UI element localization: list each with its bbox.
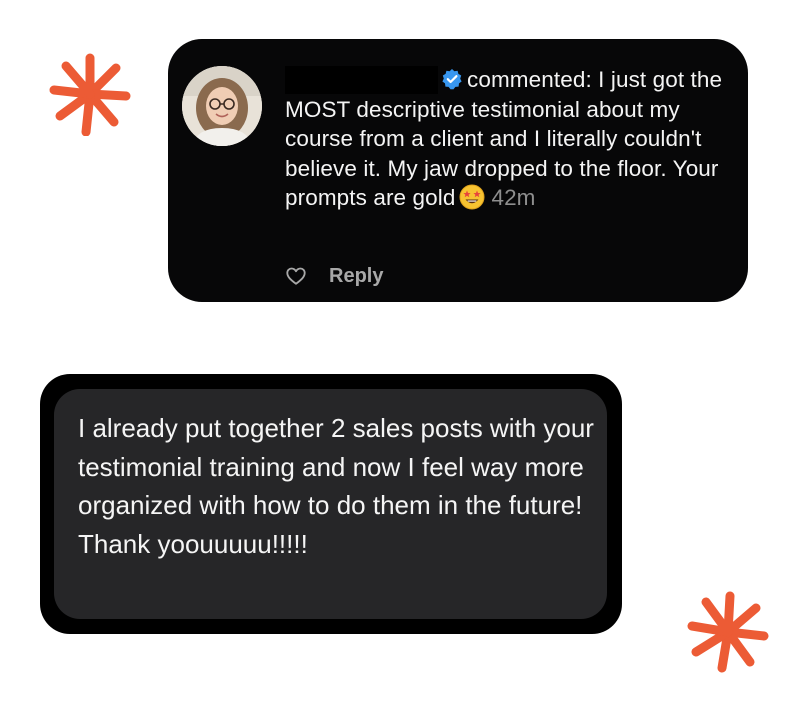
avatar[interactable]	[182, 66, 262, 146]
verified-badge-icon	[441, 68, 463, 90]
message-bubble: I already put together 2 sales posts wit…	[54, 389, 607, 619]
comment-actions: Reply	[285, 262, 383, 290]
asterisk-decoration-bottom	[686, 590, 770, 674]
reply-button[interactable]: Reply	[329, 265, 383, 288]
redacted-username[interactable]	[285, 66, 438, 94]
comment-card: commented: I just got the MOST descripti…	[168, 39, 748, 302]
comment-timestamp: 42m	[491, 185, 536, 210]
message-card: I already put together 2 sales posts wit…	[40, 374, 622, 634]
comment-text-block: commented: I just got the MOST descripti…	[285, 65, 740, 213]
asterisk-decoration-top	[48, 52, 132, 137]
message-text: I already put together 2 sales posts wit…	[78, 413, 594, 559]
star-struck-emoji-icon	[459, 184, 485, 210]
heart-outline-icon[interactable]	[285, 265, 329, 287]
